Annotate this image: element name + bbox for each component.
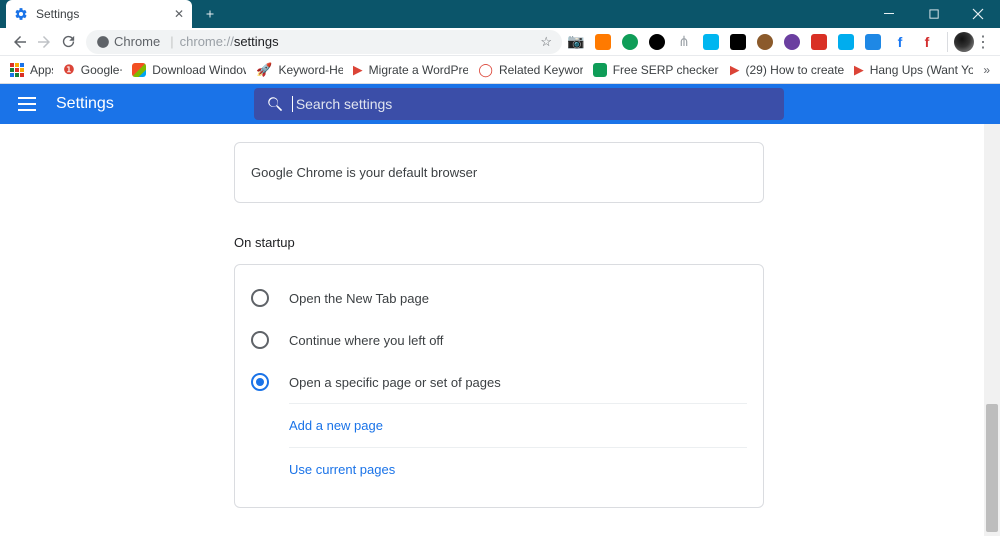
- bookmark-item[interactable]: 🚀Keyword-Hero: [256, 62, 342, 78]
- radio-label: Open a specific page or set of pages: [289, 375, 501, 390]
- browser-titlebar: Settings ✕: [0, 0, 1000, 28]
- radio-label: Continue where you left off: [289, 333, 443, 348]
- bookmark-item[interactable]: ▶Hang Ups (Want Yo...: [854, 62, 974, 78]
- radio-specific-pages[interactable]: Open a specific page or set of pages: [235, 361, 763, 403]
- settings-search[interactable]: [254, 88, 784, 120]
- bookmark-item[interactable]: ◯Related Keywords: [478, 62, 582, 78]
- bookmark-item[interactable]: ▶Migrate a WordPre...: [353, 62, 469, 78]
- bookmark-apps[interactable]: Apps: [10, 62, 53, 78]
- ext-icon[interactable]: 📷: [568, 34, 584, 50]
- new-tab-button[interactable]: [196, 0, 224, 28]
- on-startup-card: Open the New Tab page Continue where you…: [234, 264, 764, 508]
- radio-icon: [251, 289, 269, 307]
- ext-icon[interactable]: [865, 34, 881, 50]
- bookmarks-overflow[interactable]: »: [983, 63, 990, 77]
- bookmark-item[interactable]: Download Window...: [132, 62, 246, 78]
- browser-tab[interactable]: Settings ✕: [6, 0, 192, 28]
- forward-button[interactable]: [32, 30, 56, 54]
- on-startup-heading: On startup: [234, 235, 764, 250]
- ext-icon[interactable]: [757, 34, 773, 50]
- ext-icon[interactable]: f: [919, 34, 935, 50]
- settings-content: Google Chrome is your default browser On…: [0, 124, 1000, 536]
- address-path: settings: [234, 34, 279, 49]
- ext-icon[interactable]: [703, 34, 719, 50]
- reload-button[interactable]: [56, 30, 80, 54]
- settings-header: Settings: [0, 84, 1000, 124]
- profile-avatar[interactable]: [954, 32, 974, 52]
- tab-title: Settings: [36, 7, 174, 21]
- ext-icon[interactable]: [595, 34, 611, 50]
- chrome-menu-button[interactable]: ⋮: [974, 32, 992, 52]
- radio-label: Open the New Tab page: [289, 291, 429, 306]
- address-bar: Chrome | chrome://settings ☆ 📷 ⋔ f f ⋮: [0, 28, 1000, 56]
- extension-icons: 📷 ⋔ f f: [568, 34, 941, 50]
- radio-new-tab[interactable]: Open the New Tab page: [235, 277, 763, 319]
- maximize-button[interactable]: [912, 0, 956, 28]
- search-icon: [266, 95, 284, 113]
- site-info-icon[interactable]: Chrome: [96, 34, 160, 49]
- scrollbar-thumb[interactable]: [986, 404, 998, 532]
- bookmark-item[interactable]: ▶(29) How to create...: [730, 62, 844, 78]
- radio-icon: [251, 373, 269, 391]
- ext-icon[interactable]: ⋔: [676, 34, 692, 50]
- address-prefix: chrome://: [180, 34, 234, 49]
- ext-icon[interactable]: [811, 34, 827, 50]
- default-browser-text: Google Chrome is your default browser: [251, 165, 477, 180]
- settings-icon: [14, 7, 28, 21]
- ext-icon[interactable]: [649, 34, 665, 50]
- window-controls: [868, 0, 1000, 28]
- ext-icon[interactable]: [730, 34, 746, 50]
- omnibox[interactable]: Chrome | chrome://settings ☆: [86, 30, 562, 54]
- ext-icon[interactable]: f: [892, 34, 908, 50]
- add-new-page-link[interactable]: Add a new page: [289, 403, 747, 447]
- ext-icon[interactable]: [838, 34, 854, 50]
- default-browser-card: Google Chrome is your default browser: [234, 142, 764, 203]
- settings-title: Settings: [56, 95, 114, 113]
- bookmark-item[interactable]: ❶Google+: [63, 62, 122, 78]
- advanced-toggle[interactable]: Advanced: [234, 508, 764, 536]
- ext-icon[interactable]: [784, 34, 800, 50]
- back-button[interactable]: [8, 30, 32, 54]
- search-input[interactable]: [296, 96, 772, 112]
- radio-icon: [251, 331, 269, 349]
- close-window-button[interactable]: [956, 0, 1000, 28]
- bookmarks-bar: Apps ❶Google+ Download Window... 🚀Keywor…: [0, 56, 1000, 84]
- minimize-button[interactable]: [868, 0, 912, 28]
- scrollbar-track[interactable]: [984, 124, 1000, 536]
- hamburger-menu-icon[interactable]: [18, 92, 42, 116]
- bookmark-item[interactable]: Free SERP checker -...: [593, 62, 720, 78]
- radio-continue[interactable]: Continue where you left off: [235, 319, 763, 361]
- ext-icon[interactable]: [622, 34, 638, 50]
- address-chip: Chrome: [114, 34, 160, 49]
- bookmark-star-icon[interactable]: ☆: [540, 34, 552, 50]
- use-current-pages-link[interactable]: Use current pages: [289, 447, 747, 491]
- close-tab-icon[interactable]: ✕: [174, 7, 184, 21]
